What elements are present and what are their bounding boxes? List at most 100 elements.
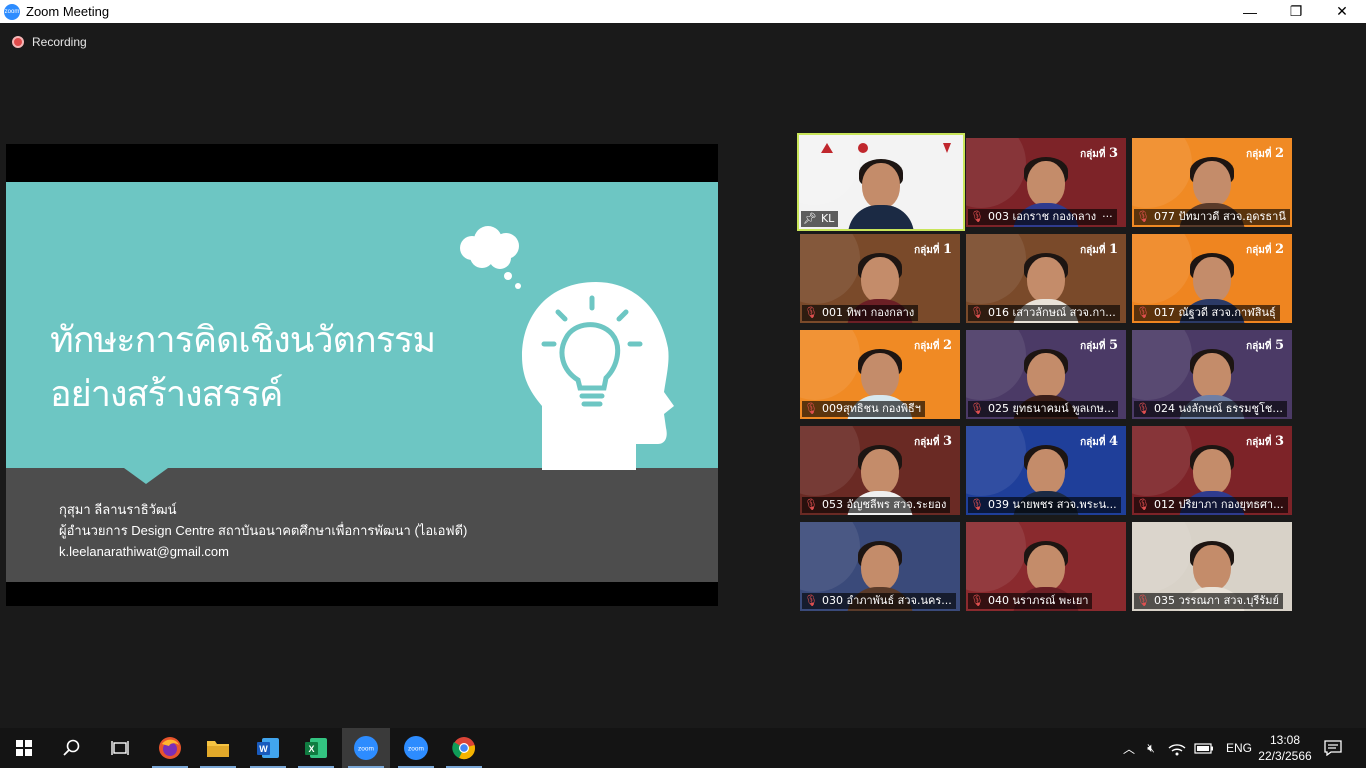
window-title: Zoom Meeting: [26, 4, 110, 19]
virtual-background-logos: [813, 141, 953, 153]
firefox-taskbar-button[interactable]: [146, 728, 194, 768]
zoom-icon: zoom: [404, 736, 428, 760]
microphone-muted-icon: 🎙︎: [804, 498, 818, 511]
recording-icon: [12, 36, 24, 48]
microphone-muted-icon: 🎙︎: [1136, 498, 1150, 511]
search-button[interactable]: [48, 728, 96, 768]
participant-name-label: 🎙︎ 039 นายพชร สวจ.พระน...: [968, 497, 1121, 513]
microphone-muted-icon: 🎙︎: [970, 306, 984, 319]
chrome-taskbar-button[interactable]: [440, 728, 488, 768]
excel-icon: X: [305, 738, 327, 758]
recording-label: Recording: [32, 35, 87, 49]
participant-name: 025 ยุทธนาคมน์ พูลเกษ...: [987, 402, 1115, 415]
chevron-up-icon[interactable]: ︿: [1120, 740, 1138, 757]
participant-name: 030 อำภาพันธ์ สวจ.นคร...: [821, 594, 952, 607]
microphone-muted-icon: 🎙︎: [804, 402, 818, 415]
minimize-button[interactable]: —: [1227, 0, 1273, 23]
participant-name: 040 นราภรณ์ พะเยา: [987, 594, 1089, 607]
svg-text:zoom: zoom: [408, 746, 424, 753]
participant-tile[interactable]: กลุ่มที่ 3 🎙︎ 003 เอกราช กองกลาง ···: [966, 138, 1126, 227]
participant-name-label: 🎙︎ 016 เสาวลักษณ์ สวจ.กา...: [968, 305, 1120, 321]
participant-tile[interactable]: 📌︎ KL: [797, 133, 965, 231]
participant-name-label: 🎙︎ 077 ปัทมาวดี สวจ.อุดรธานี: [1134, 209, 1290, 225]
start-button[interactable]: [0, 728, 48, 768]
excel-taskbar-button[interactable]: X: [292, 728, 340, 768]
task-view-button[interactable]: [96, 728, 144, 768]
participant-name: 035 วรรณภา สวจ.บุรีรัมย์: [1153, 594, 1279, 607]
close-button[interactable]: ✕: [1319, 0, 1365, 23]
word-icon: W: [257, 738, 279, 758]
microphone-muted-icon: 🎙︎: [1136, 594, 1150, 607]
participant-tile[interactable]: กลุ่มที่ 1 🎙︎ 016 เสาวลักษณ์ สวจ.กา...: [966, 234, 1126, 323]
participant-tile[interactable]: กลุ่มที่ 2 🎙︎ 009สุทธิชน กองพิธีฯ: [800, 330, 960, 419]
participant-name-label: 🎙︎ 003 เอกราช กองกลาง ···: [968, 209, 1117, 225]
participant-tile[interactable]: กลุ่มที่ 3 🎙︎ 053 อัญชลีพร สวจ.ระยอง: [800, 426, 960, 515]
participant-tile[interactable]: กลุ่มที่ 2 🎙︎ 077 ปัทมาวดี สวจ.อุดรธานี: [1132, 138, 1292, 227]
more-options-icon[interactable]: ···: [1102, 209, 1113, 225]
slide-title: ทักษะการคิดเชิงนวัตกรรม อย่างสร้างสรรค์: [50, 314, 436, 422]
presenter-info: กุสุมา ลีลานราธิวัฒน์ ผู้อำนวยการ Design…: [59, 499, 467, 562]
participant-tile[interactable]: 🎙︎ 035 วรรณภา สวจ.บุรีรัมย์: [1132, 522, 1292, 611]
participant-tile[interactable]: กลุ่มที่ 4 🎙︎ 039 นายพชร สวจ.พระน...: [966, 426, 1126, 515]
participant-name-label: 🎙︎ 035 วรรณภา สวจ.บุรีรัมย์: [1134, 593, 1283, 609]
speaker-muted-icon[interactable]: 🔇︎: [1138, 741, 1164, 756]
microphone-muted-icon: 🎙︎: [970, 402, 984, 415]
file-explorer-taskbar-button[interactable]: [194, 728, 242, 768]
wifi-icon[interactable]: [1167, 740, 1187, 756]
firefox-icon: [159, 737, 181, 759]
microphone-muted-icon: 🎙︎: [970, 594, 984, 607]
slide-title-line1: ทักษะการคิดเชิงนวัตกรรม: [50, 320, 436, 361]
clock-date: 22/3/2566: [1258, 749, 1312, 763]
windows-taskbar: W X zoom zoom ︿ 🔇︎ ENG 13:08 22/3/2566: [0, 728, 1366, 768]
shared-screen: ทักษะการคิดเชิงนวัตกรรม อย่างสร้างสรรค์ …: [6, 144, 718, 606]
participant-name-label: 🎙︎ 017 ณัฐวดี สวจ.กาฬสินธุ์: [1134, 305, 1280, 321]
presenter-email: k.leelanarathiwat@gmail.com: [59, 544, 229, 559]
task-view-icon: [111, 741, 129, 755]
participant-name-label: 🎙︎ 001 ทิพา กองกลาง: [802, 305, 919, 321]
language-indicator[interactable]: ENG: [1226, 741, 1252, 755]
slide-title-line2: อย่างสร้างสรรค์: [50, 374, 283, 415]
microphone-muted-icon: 🎙︎: [804, 306, 818, 319]
participant-name: 039 นายพชร สวจ.พระน...: [987, 498, 1117, 511]
participant-tile[interactable]: กลุ่มที่ 5 🎙︎ 025 ยุทธนาคมน์ พูลเกษ...: [966, 330, 1126, 419]
microphone-muted-icon: 🎙︎: [1136, 402, 1150, 415]
group-badge: กลุ่มที่ 5: [1246, 338, 1284, 353]
battery-icon[interactable]: [1194, 741, 1214, 755]
participant-name: KL: [820, 212, 835, 225]
participant-name: 016 เสาวลักษณ์ สวจ.กา...: [987, 306, 1116, 319]
chrome-icon: [452, 737, 475, 760]
microphone-muted-icon: 🎙︎: [804, 594, 818, 607]
participant-tile[interactable]: กลุ่มที่ 1 🎙︎ 001 ทิพา กองกลาง: [800, 234, 960, 323]
zoom-app-taskbar-button[interactable]: zoom: [392, 728, 440, 768]
participant-name: 003 เอกราช กองกลาง: [987, 210, 1097, 223]
participant-tile[interactable]: กลุ่มที่ 2 🎙︎ 017 ณัฐวดี สวจ.กาฬสินธุ์: [1132, 234, 1292, 323]
recording-indicator[interactable]: Recording: [12, 35, 87, 49]
notification-center-button[interactable]: [1308, 728, 1358, 768]
pin-icon: 📌︎: [803, 212, 817, 225]
thought-cloud-icon: [460, 226, 521, 289]
notification-icon: [1324, 740, 1342, 756]
restore-button[interactable]: ❐: [1273, 0, 1319, 23]
participant-tile[interactable]: 🎙︎ 030 อำภาพันธ์ สวจ.นคร...: [800, 522, 960, 611]
window-titlebar: zoom Zoom Meeting — ❐ ✕: [0, 0, 1366, 23]
word-taskbar-button[interactable]: W: [244, 728, 292, 768]
participant-tile[interactable]: 🎙︎ 040 นราภรณ์ พะเยา: [966, 522, 1126, 611]
system-tray: ︿ 🔇︎ ENG: [1120, 728, 1252, 768]
folder-icon: [207, 741, 229, 757]
group-badge: กลุ่มที่ 3: [1080, 146, 1118, 161]
participant-name-label: 🎙︎ 030 อำภาพันธ์ สวจ.นคร...: [802, 593, 956, 609]
microphone-muted-icon: 🎙︎: [970, 210, 984, 223]
participant-name-label: 📌︎ KL: [801, 211, 839, 227]
group-badge: กลุ่มที่ 2: [914, 338, 952, 353]
participant-name-label: 🎙︎ 009สุทธิชน กองพิธีฯ: [802, 401, 925, 417]
group-badge: กลุ่มที่ 5: [1080, 338, 1118, 353]
slide-notch: [124, 468, 168, 484]
microphone-muted-icon: 🎙︎: [1136, 306, 1150, 319]
svg-text:zoom: zoom: [358, 746, 374, 753]
participant-tile[interactable]: กลุ่มที่ 3 🎙︎ 012 ปริยาภา กองยุทธศา...: [1132, 426, 1292, 515]
zoom-meeting-taskbar-button[interactable]: zoom: [342, 728, 390, 768]
svg-text:X: X: [308, 744, 314, 754]
participant-tile[interactable]: กลุ่มที่ 5 🎙︎ 024 นงลักษณ์ ธรรมชูโช...: [1132, 330, 1292, 419]
clock-time: 13:08: [1269, 733, 1301, 747]
head-lightbulb-icon: [522, 282, 674, 470]
